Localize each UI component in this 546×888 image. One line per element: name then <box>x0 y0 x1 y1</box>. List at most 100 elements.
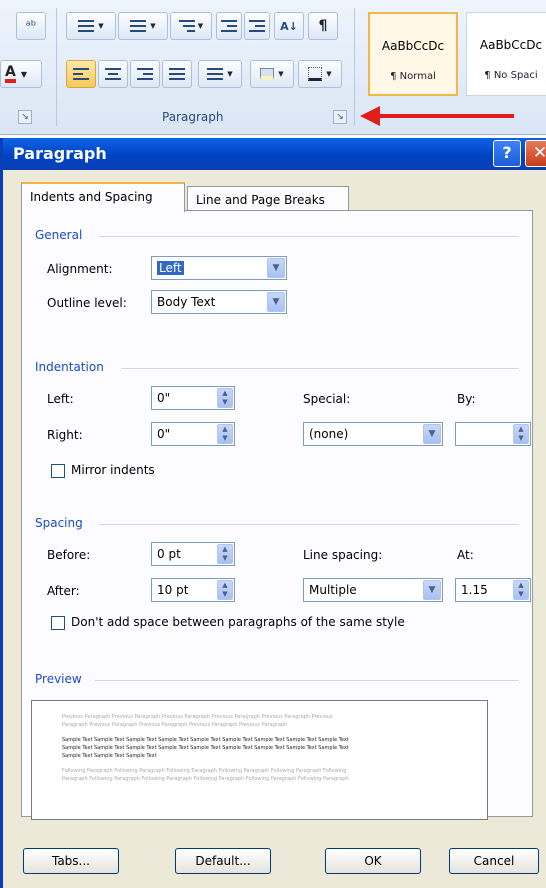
line-spacing-button[interactable]: ▼ <box>198 60 242 88</box>
align-left-icon <box>73 68 89 80</box>
preview-following-line: Paragraph Following Paragraph Following … <box>62 776 349 782</box>
style-no-spacing[interactable]: AaBbCcDc ¶ No Spaci <box>466 12 546 96</box>
right-indent-input[interactable]: 0" ▲ ▼ <box>151 422 235 446</box>
show-marks-button[interactable]: ¶ <box>308 12 338 40</box>
outline-level-label: Outline level: <box>47 296 127 310</box>
spinner-icon[interactable]: ▲ ▼ <box>217 424 233 444</box>
style-name-normal: ¶ Normal <box>390 71 436 82</box>
shading-button[interactable]: ▼ <box>250 60 294 88</box>
tab-label: Indents and Spacing <box>30 190 153 204</box>
decrease-indent-button[interactable] <box>216 12 242 40</box>
close-icon[interactable]: ✕ <box>525 140 546 167</box>
left-indent-label: Left: <box>47 392 74 406</box>
at-input[interactable]: 1.15 ▲ ▼ <box>455 578 531 602</box>
special-select[interactable]: (none) ▼ <box>303 422 443 446</box>
before-input[interactable]: 0 pt ▲ ▼ <box>151 542 235 566</box>
spinner-icon[interactable]: ▲ ▼ <box>513 424 529 444</box>
line-spacing-icon <box>207 68 224 80</box>
spinner-icon[interactable]: ▲ ▼ <box>217 388 233 408</box>
spinner-icon[interactable]: ▲ ▼ <box>217 580 233 600</box>
spacing-heading: Spacing <box>35 516 83 530</box>
increase-indent-button[interactable] <box>244 12 270 40</box>
spelling-icon[interactable]: ᵃᵇ <box>16 12 46 40</box>
preview-sample-line: Sample Text Sample Text Sample Text <box>62 753 157 759</box>
center-icon <box>105 68 121 80</box>
outline-level-select[interactable]: Body Text ▼ <box>151 290 287 314</box>
section-divider <box>121 368 519 369</box>
dialog-title: Paragraph <box>13 144 107 163</box>
chevron-down-icon[interactable]: ▼ <box>423 424 441 444</box>
special-value: (none) <box>309 427 349 441</box>
preview-box: Previous Paragraph Previous Paragraph Pr… <box>31 700 488 820</box>
borders-button[interactable]: ▼ <box>298 60 342 88</box>
bullets-icon <box>78 20 95 32</box>
justify-button[interactable] <box>162 60 192 88</box>
align-right-button[interactable] <box>130 60 160 88</box>
chevron-down-icon[interactable]: ▼ <box>423 580 441 600</box>
line-spacing-select[interactable]: Multiple ▼ <box>303 578 443 602</box>
style-name-no-spacing: ¶ No Spaci <box>484 70 538 81</box>
alignment-value: Left <box>157 261 184 275</box>
chevron-down-icon: ▼ <box>20 69 27 79</box>
outline-level-value: Body Text <box>157 295 216 309</box>
at-value: 1.15 <box>461 583 488 597</box>
preview-previous-line: Paragraph Previous Paragraph Previous Pa… <box>62 722 288 728</box>
tabs-button[interactable]: Tabs... <box>23 848 119 874</box>
spinner-icon[interactable]: ▲ ▼ <box>217 544 233 564</box>
chevron-down-icon: ▼ <box>98 22 104 30</box>
chevron-down-icon: ▼ <box>278 70 284 78</box>
after-value: 10 pt <box>157 583 189 597</box>
right-indent-label: Right: <box>47 428 83 442</box>
sort-icon: A↓ <box>280 19 298 33</box>
tab-indents-and-spacing[interactable]: Indents and Spacing <box>21 182 185 212</box>
paragraph-dialog-launcher-icon[interactable]: ↘ <box>333 110 347 124</box>
ribbon-divider <box>354 8 355 126</box>
chevron-down-icon: ▼ <box>197 22 204 30</box>
style-sample-normal: AaBbCcDc <box>381 39 445 53</box>
bullets-button[interactable]: ▼ <box>66 12 116 40</box>
right-indent-value: 0" <box>157 427 171 441</box>
style-sample-no-spacing: AaBbCcDc <box>479 38 543 52</box>
center-button[interactable] <box>98 60 128 88</box>
left-indent-input[interactable]: 0" ▲ ▼ <box>151 386 235 410</box>
section-divider <box>99 524 519 525</box>
before-value: 0 pt <box>157 547 181 561</box>
numbering-icon <box>130 20 147 32</box>
multilevel-list-button[interactable]: ▼ <box>170 12 212 40</box>
default-button[interactable]: Default... <box>175 848 271 874</box>
justify-icon <box>169 68 185 80</box>
chevron-down-icon[interactable]: ▼ <box>267 258 285 278</box>
dont-add-space-checkbox[interactable] <box>51 616 65 630</box>
font-dialog-launcher-icon[interactable]: ↘ <box>18 110 32 124</box>
preview-sample-line: Sample Text Sample Text Sample Text Samp… <box>62 737 349 743</box>
indentation-heading: Indentation <box>35 360 104 374</box>
numbering-button[interactable]: ▼ <box>118 12 168 40</box>
ribbon-divider <box>56 8 57 126</box>
abc-glyph: ᵃᵇ <box>25 18 37 34</box>
ribbon: ᵃᵇ A ▼ ↘ ▼ ▼ ▼ A↓ ¶ ▼ ▼ ▼ Paragraph ↘ Aa… <box>0 0 546 135</box>
cancel-button[interactable]: Cancel <box>449 848 539 874</box>
alignment-label: Alignment: <box>47 262 113 276</box>
preview-following-line: Following Paragraph Following Paragraph … <box>62 768 347 774</box>
style-normal[interactable]: AaBbCcDc ¶ Normal <box>368 12 458 96</box>
preview-sample-block: Sample Text Sample Text Sample Text Samp… <box>62 736 463 760</box>
section-divider <box>99 236 519 237</box>
align-left-button[interactable] <box>66 60 96 88</box>
paragraph-dialog: Paragraph ? ✕ Indents and Spacing Line a… <box>0 138 546 888</box>
section-divider <box>95 680 519 681</box>
preview-heading: Preview <box>35 672 82 686</box>
shading-icon <box>260 68 275 80</box>
paragraph-group-label: Paragraph <box>162 110 224 124</box>
help-icon[interactable]: ? <box>493 140 521 167</box>
mirror-indents-checkbox[interactable] <box>51 464 65 478</box>
by-label: By: <box>457 392 476 406</box>
annotation-arrow-icon <box>360 106 380 126</box>
ok-button[interactable]: OK <box>325 848 421 874</box>
sort-button[interactable]: A↓ <box>274 12 304 40</box>
chevron-down-icon[interactable]: ▼ <box>267 292 285 312</box>
spinner-icon[interactable]: ▲ ▼ <box>513 580 529 600</box>
font-color-button[interactable]: A ▼ <box>0 60 42 88</box>
alignment-select[interactable]: Left ▼ <box>151 256 287 280</box>
by-input[interactable]: ▲ ▼ <box>455 422 531 446</box>
after-input[interactable]: 10 pt ▲ ▼ <box>151 578 235 602</box>
